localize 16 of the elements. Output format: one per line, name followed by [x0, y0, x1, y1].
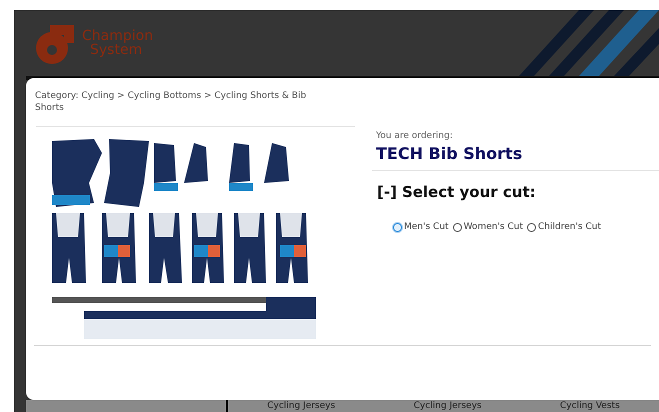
- cut-option[interactable]: Children's Cut: [527, 221, 601, 234]
- collapse-toggle[interactable]: [-]: [377, 180, 397, 203]
- category-link[interactable]: Cycling Vests: [560, 401, 620, 412]
- breadcrumb: Category: Cycling > Cycling Bottoms > Cycling Shorts & Bib Shorts: [35, 90, 308, 114]
- logo-text: System: [90, 43, 142, 57]
- category-link[interactable]: Cycling Jerseys: [267, 401, 336, 412]
- section-title: Select your cut:: [402, 182, 536, 202]
- product-name: TECH Bib Shorts: [376, 144, 524, 164]
- logo-text: Champion: [82, 29, 154, 43]
- radio-button[interactable]: [527, 223, 536, 232]
- ordering-label: You are ordering:: [376, 130, 454, 143]
- cut-option[interactable]: Women's Cut: [452, 221, 523, 234]
- radio-button[interactable]: [452, 223, 462, 232]
- radio-button[interactable]: [393, 223, 402, 232]
- cut-option[interactable]: Men's Cut: [393, 221, 449, 234]
- category-link[interactable]: Cycling Jerseys: [414, 401, 482, 412]
